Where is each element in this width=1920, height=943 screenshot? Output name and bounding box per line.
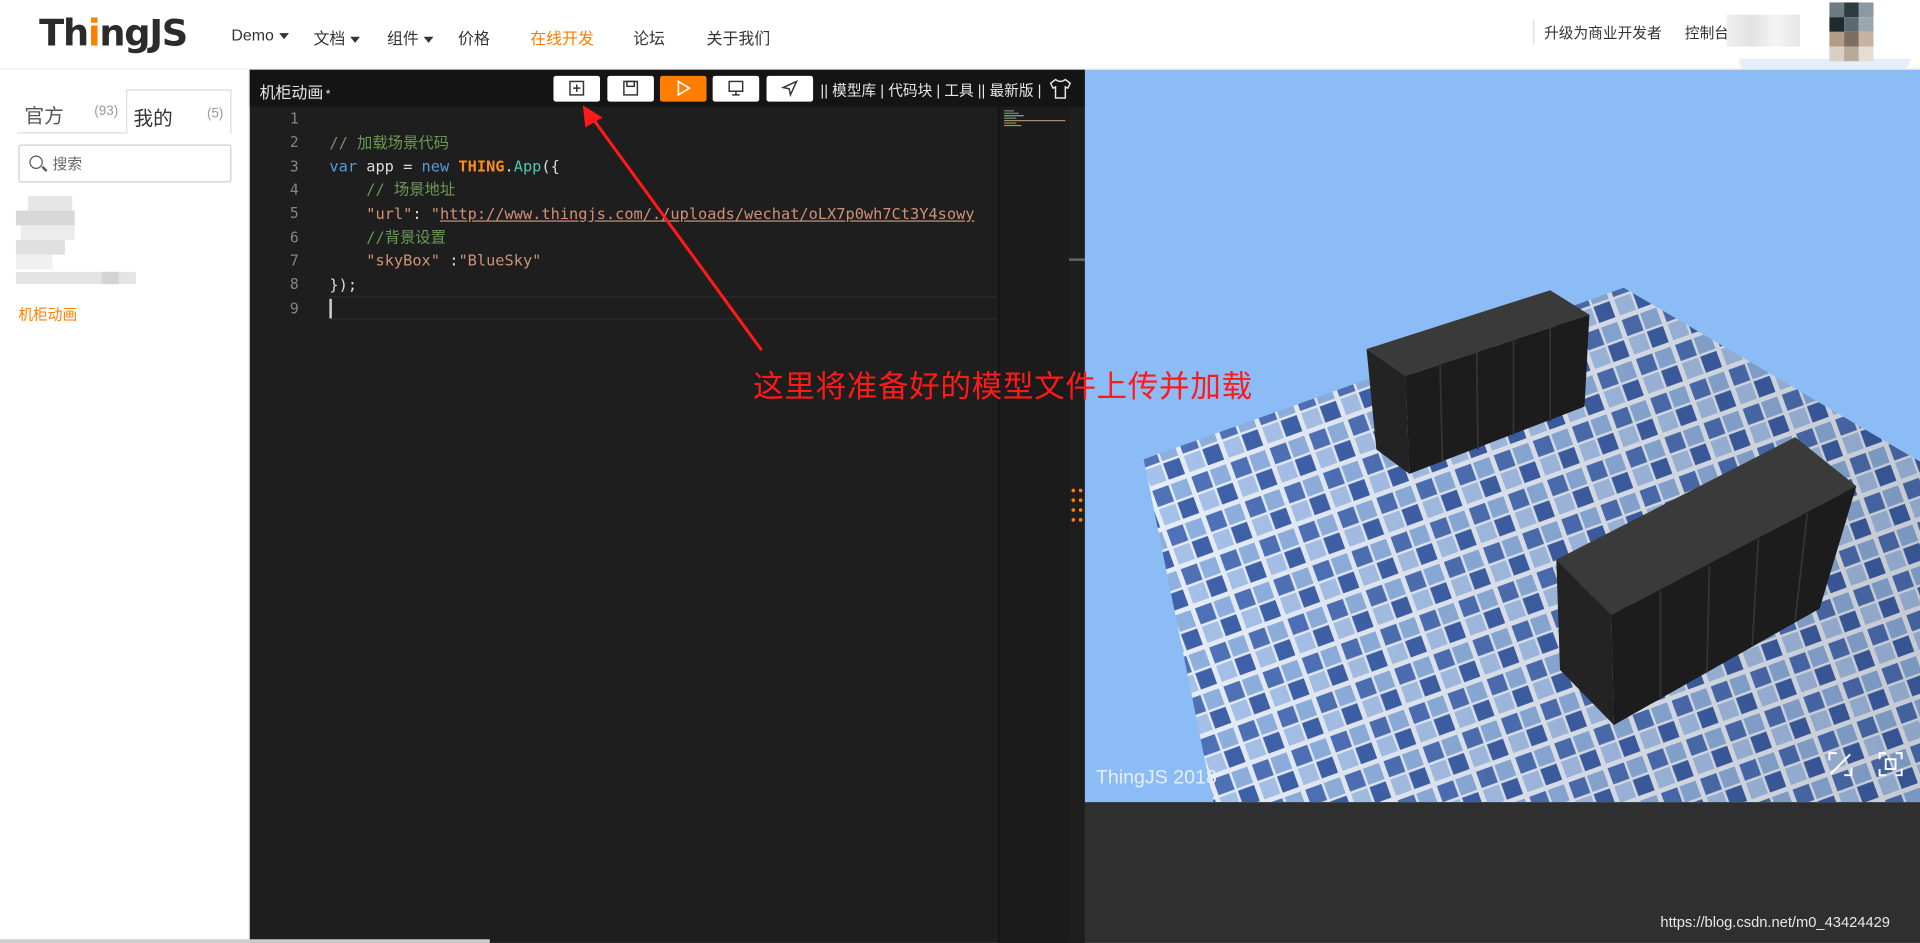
- top-navigation: ThingJS Demo 文档 组件 价格 在线开发 论坛 关于我们 升级为商业…: [0, 0, 1920, 74]
- scene-render: [1143, 287, 1920, 803]
- text-cursor: [329, 298, 332, 319]
- code-area[interactable]: // 加载场景代码 var app = new THING.App({ // 场…: [329, 107, 998, 943]
- line-number: 1: [289, 110, 299, 128]
- line-number: 2: [289, 133, 299, 151]
- chevron-down-icon: [278, 33, 289, 40]
- project-thumbnail[interactable]: [15, 174, 138, 303]
- app-window: ThingJS Demo 文档 组件 价格 在线开发 论坛 关于我们 升级为商业…: [0, 0, 1920, 943]
- logo-text-end: ngJS: [99, 12, 188, 56]
- line-number: 4: [289, 181, 299, 199]
- upgrade-link[interactable]: 升级为商业开发者: [1544, 22, 1662, 43]
- thingjs-logo[interactable]: ThingJS: [39, 12, 188, 56]
- upload-button[interactable]: [553, 75, 601, 102]
- scrollbar-thumb[interactable]: [1068, 258, 1085, 261]
- tab-mine-label: 我的: [133, 108, 173, 130]
- line-number: 9: [289, 300, 299, 318]
- tab-mine[interactable]: 我的 (5): [126, 89, 232, 134]
- viewport-brand-label: ThingJS 2018: [1095, 767, 1217, 789]
- chevron-down-icon: [423, 36, 434, 43]
- panel-resize-handle[interactable]: [1070, 487, 1085, 529]
- publish-button[interactable]: [712, 75, 760, 102]
- nav-item-demo[interactable]: Demo: [231, 25, 289, 45]
- nav-item-docs[interactable]: 文档: [313, 26, 361, 49]
- share-button[interactable]: [766, 75, 814, 102]
- annotation-label: 这里将准备好的模型文件上传并加载: [753, 369, 1253, 405]
- code-line: "skyBox" :"BlueSky": [366, 251, 542, 270]
- search-input[interactable]: [52, 153, 225, 176]
- line-number: 6: [289, 229, 299, 247]
- search-icon: [29, 155, 43, 169]
- logo-text-start: Th: [39, 12, 89, 56]
- project-sidebar: 官方 (93) 我的 (5) 机柜动画: [0, 69, 250, 943]
- modified-marker: *: [325, 88, 331, 102]
- tab-official[interactable]: 官方: [24, 99, 63, 128]
- line-number: 3: [289, 157, 299, 176]
- 3d-scene-viewport[interactable]: ThingJS 2018: [1084, 69, 1920, 803]
- source-watermark: https://blog.csdn.net/m0_43424429: [1660, 913, 1890, 931]
- editor-title: 机柜动画 *: [260, 80, 331, 103]
- fullscreen-icon[interactable]: [1827, 751, 1854, 778]
- nav-item-forum[interactable]: 论坛: [633, 26, 665, 49]
- code-editor: 机柜动画* || 模型库 | 代码块 | 工具 || 最新版 | 1 2 3: [249, 69, 1085, 943]
- code-line: // 加载场景代码: [329, 133, 449, 152]
- nav-item-online-dev[interactable]: 在线开发: [530, 26, 594, 49]
- tab-official-count: (93): [94, 104, 119, 119]
- upload-file-icon: [569, 80, 585, 96]
- play-icon: [677, 80, 691, 97]
- tab-mine-count: (5): [206, 106, 224, 122]
- nav-item-pricing[interactable]: 价格: [458, 26, 490, 49]
- nav-item-about[interactable]: 关于我们: [707, 26, 771, 49]
- theme-shirt-icon[interactable]: [1049, 78, 1072, 99]
- line-number: 5: [289, 204, 299, 222]
- project-item-label[interactable]: 机柜动画: [18, 304, 77, 325]
- editor-links[interactable]: || 模型库 | 代码块 | 工具 || 最新版 |: [820, 80, 1041, 101]
- nav-item-components-label: 组件: [386, 29, 419, 48]
- nav-item-demo-label: Demo: [231, 25, 274, 45]
- nav-item-components[interactable]: 组件: [387, 26, 434, 49]
- chevron-down-icon: [350, 36, 361, 43]
- code-line: //背景设置: [366, 227, 446, 247]
- logo-text-accent: i: [87, 12, 101, 56]
- code-line: "url": "http://www.thingjs.com/./uploads…: [366, 204, 975, 223]
- console-link[interactable]: 控制台: [1685, 22, 1729, 43]
- presentation-icon: [728, 80, 744, 96]
- code-line: var app = new THING.App({: [329, 156, 560, 176]
- save-button[interactable]: [607, 75, 654, 102]
- code-line: });: [329, 275, 358, 294]
- code-line: // 场景地址: [366, 180, 456, 199]
- send-icon: [781, 79, 799, 97]
- line-number-gutter: 1 2 3 4 5 6 7 8 9: [250, 107, 311, 943]
- nav-item-docs-label: 文档: [313, 29, 346, 48]
- line-number: 7: [289, 252, 299, 270]
- blurred-username: [1726, 14, 1801, 47]
- focus-frame-icon[interactable]: [1877, 751, 1904, 778]
- save-icon: [623, 80, 639, 96]
- horizontal-scrollbar[interactable]: [0, 939, 490, 943]
- avatar[interactable]: [1829, 2, 1874, 62]
- line-number: 8: [289, 275, 299, 293]
- nav-divider: [1533, 19, 1535, 45]
- code-minimap[interactable]: [997, 106, 1069, 943]
- editor-toolbar: 机柜动画 * || 模型库 | 代码块 | 工具 || 最新版 |: [249, 69, 1085, 107]
- run-button[interactable]: [660, 75, 707, 102]
- editor-title-text: 机柜动画: [259, 83, 324, 102]
